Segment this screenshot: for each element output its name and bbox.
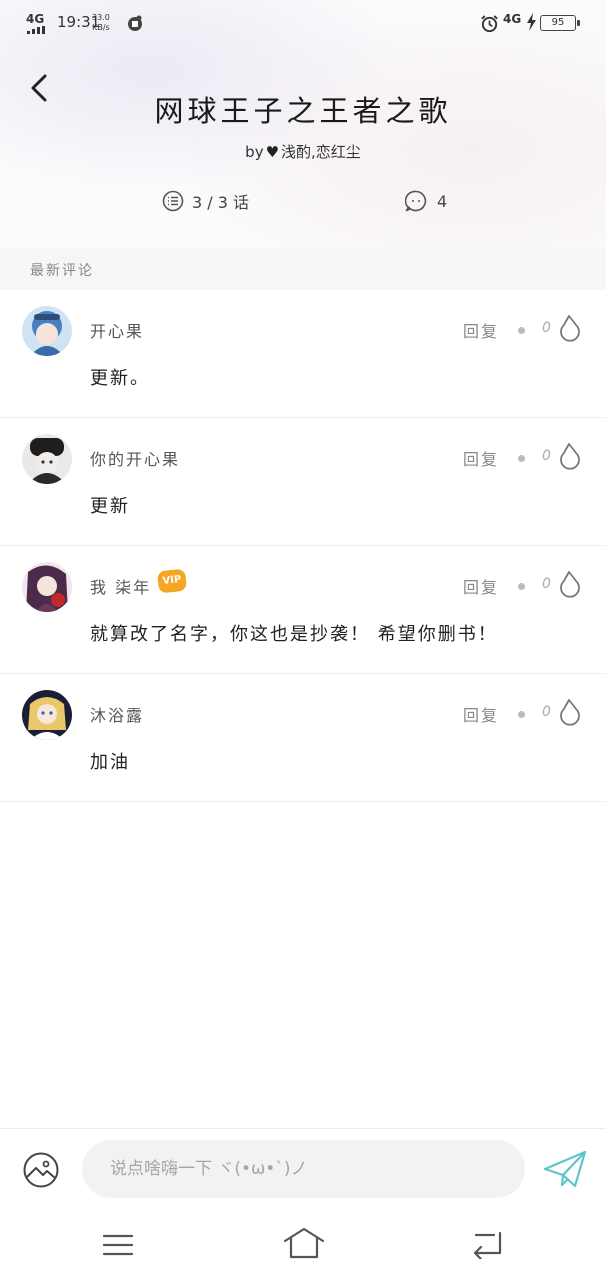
network-speed-value: 33.0 <box>92 13 110 22</box>
like-icon[interactable] <box>556 570 584 598</box>
vip-badge: VIP <box>156 568 188 594</box>
comment-username[interactable]: 你的开心果 <box>90 446 180 470</box>
status-bar: 4G 19:31 33.0 KB/s 4G 95 <box>0 0 606 46</box>
comment-count-text: 4 <box>437 191 448 211</box>
separator-dot <box>518 711 525 718</box>
section-title: 最新评论 <box>30 263 94 279</box>
reply-button[interactable]: 回复 <box>463 318 499 342</box>
comment-text: 加油 <box>90 752 130 773</box>
comment-bubble-icon <box>405 190 427 212</box>
avatar[interactable] <box>22 690 72 740</box>
reply-button[interactable]: 回复 <box>463 574 499 598</box>
comment-text: 更新。 <box>90 368 150 389</box>
avatar[interactable] <box>22 306 72 356</box>
network-label: 4G <box>503 12 522 26</box>
comment-count[interactable]: 4 <box>405 188 447 214</box>
home-icon[interactable] <box>282 1226 326 1260</box>
chapter-count[interactable]: 3 / 3 话 <box>162 188 249 214</box>
avatar[interactable] <box>22 434 72 484</box>
chapter-list-icon <box>162 190 184 212</box>
comment-text: 就算改了名字，你这也是抄袭！ 希望你删书！ <box>90 624 498 645</box>
comment-username[interactable]: 开心果 <box>90 318 144 342</box>
latest-comments-header: 最新评论 <box>0 248 606 290</box>
heart-icon: ♥ <box>265 143 280 161</box>
system-navigation-bar <box>0 1210 606 1280</box>
avatar[interactable] <box>22 562 72 612</box>
like-count: 0 <box>542 704 551 720</box>
like-icon[interactable] <box>556 698 584 726</box>
menu-icon[interactable] <box>102 1231 134 1259</box>
comment-item: 开心果 回复 0 更新。 <box>0 290 606 418</box>
send-icon[interactable] <box>543 1149 587 1189</box>
comment-item: 你的开心果 回复 0 更新 <box>0 418 606 546</box>
separator-dot <box>518 455 525 462</box>
like-icon[interactable] <box>556 314 584 342</box>
signal-bars-icon <box>27 26 49 34</box>
app-notification-icon <box>128 15 142 31</box>
comment-input[interactable] <box>82 1140 525 1198</box>
book-title: 网球王子之王者之歌 <box>154 94 452 128</box>
separator-dot <box>518 327 525 334</box>
return-icon[interactable] <box>470 1229 504 1259</box>
comment-list: 开心果 回复 0 更新。 你的开心果 回复 0 更新 我 柒年 VIP 回复 0… <box>0 290 606 802</box>
like-count: 0 <box>542 576 551 592</box>
comment-item: 我 柒年 VIP 回复 0 就算改了名字，你这也是抄袭！ 希望你删书！ <box>0 546 606 674</box>
charging-icon <box>527 13 536 31</box>
author-prefix: by <box>245 143 264 161</box>
author-name: 浅酌,恋红尘 <box>281 143 361 161</box>
comment-text: 更新 <box>90 496 130 517</box>
signal-label: 4G <box>26 12 45 26</box>
network-speed: 33.0 KB/s <box>92 13 110 33</box>
comment-compose-bar <box>0 1128 606 1210</box>
separator-dot <box>518 583 525 590</box>
like-count: 0 <box>542 448 551 464</box>
network-speed-unit: KB/s <box>92 23 110 32</box>
alarm-icon <box>481 15 498 33</box>
image-picker-icon[interactable] <box>22 1151 60 1189</box>
comment-username[interactable]: 沐浴露 <box>90 702 144 726</box>
reply-button[interactable]: 回复 <box>463 446 499 470</box>
like-count: 0 <box>542 320 551 336</box>
like-icon[interactable] <box>556 442 584 470</box>
battery-indicator: 95 <box>540 15 580 31</box>
book-header: 4G 19:31 33.0 KB/s 4G 95 网球王子之王者之歌 by ♥ 浅酌… <box>0 0 606 248</box>
comment-username[interactable]: 我 柒年 <box>90 574 151 598</box>
chapter-count-text: 3 / 3 话 <box>192 193 250 212</box>
reply-button[interactable]: 回复 <box>463 702 499 726</box>
book-author[interactable]: by ♥ 浅酌,恋红尘 <box>0 141 606 162</box>
comment-item: 沐浴露 回复 0 加油 <box>0 674 606 802</box>
